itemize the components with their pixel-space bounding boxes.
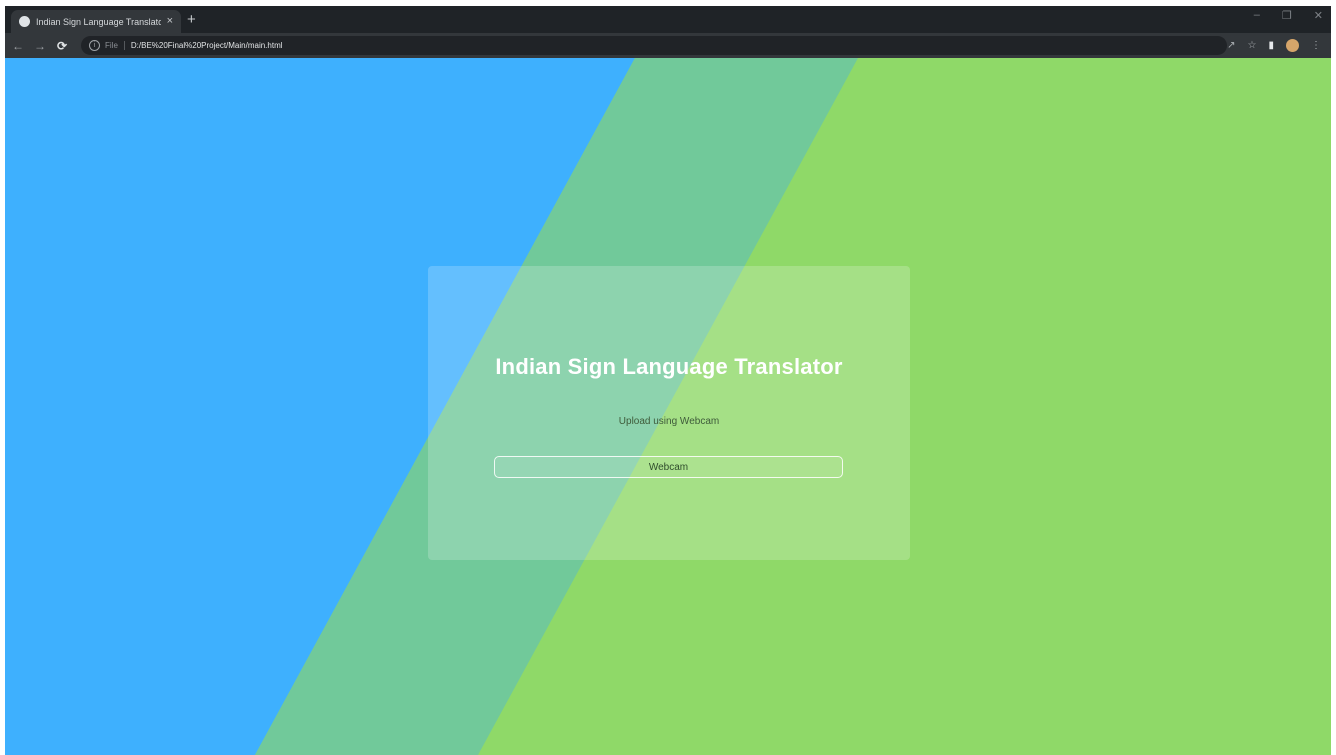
back-icon[interactable]: ←	[9, 39, 27, 53]
browser-toolbar: ← → ⟳ i File D:/BE%20Final%20Project/Mai…	[5, 33, 1331, 58]
close-tab-icon[interactable]: ×	[167, 16, 173, 27]
close-window-button[interactable]: ✕	[1314, 9, 1323, 22]
browser-window: Indian Sign Language Translator × + – ❐ …	[5, 6, 1331, 755]
menu-icon[interactable]: ⋮	[1311, 40, 1321, 51]
webcam-button[interactable]: Webcam	[494, 456, 843, 478]
url-text[interactable]: D:/BE%20Final%20Project/Main/main.html	[131, 41, 283, 50]
tab-title: Indian Sign Language Translator	[36, 16, 161, 27]
tab-strip: Indian Sign Language Translator × + – ❐ …	[5, 6, 1331, 33]
browser-tab[interactable]: Indian Sign Language Translator ×	[11, 10, 181, 33]
maximize-button[interactable]: ❐	[1282, 9, 1292, 22]
star-icon[interactable]: ☆	[1248, 40, 1257, 51]
share-icon[interactable]: ↗	[1227, 40, 1235, 51]
translator-card: Indian Sign Language Translator Upload u…	[428, 266, 910, 560]
window-controls: – ❐ ✕	[1254, 9, 1323, 22]
page-title: Indian Sign Language Translator	[495, 354, 843, 379]
reload-icon[interactable]: ⟳	[53, 39, 71, 53]
url-scheme: File	[105, 41, 125, 50]
toolbar-actions: ↗ ☆ ▮ ⋮	[1227, 39, 1321, 52]
upload-subtitle: Upload using Webcam	[618, 416, 720, 427]
forward-icon[interactable]: →	[31, 39, 49, 53]
page-viewport: Indian Sign Language Translator Upload u…	[5, 58, 1331, 755]
globe-icon	[19, 16, 30, 27]
new-tab-button[interactable]: +	[187, 11, 196, 29]
minimize-button[interactable]: –	[1254, 9, 1260, 22]
extension-icon[interactable]: ▮	[1268, 40, 1274, 51]
info-icon[interactable]: i	[89, 40, 100, 51]
address-bar[interactable]: i File D:/BE%20Final%20Project/Main/main…	[81, 36, 1228, 55]
profile-avatar[interactable]	[1286, 39, 1299, 52]
